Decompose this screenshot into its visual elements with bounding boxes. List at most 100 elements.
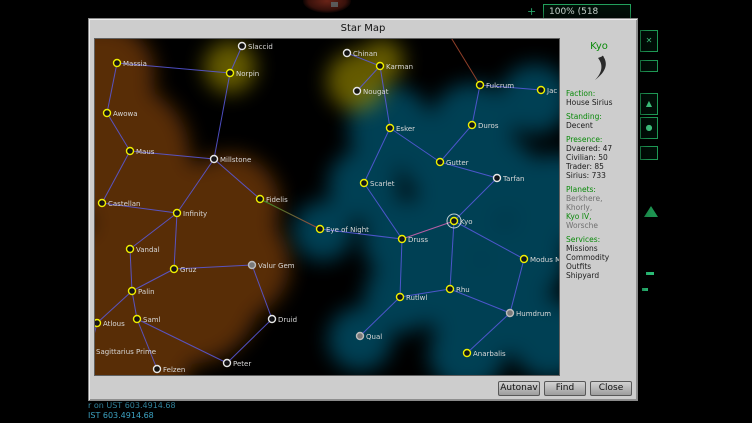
system-node[interactable] xyxy=(469,122,476,129)
system-node[interactable] xyxy=(211,156,218,163)
system-node[interactable] xyxy=(127,148,134,155)
system-saml[interactable]: Saml xyxy=(134,316,161,325)
autonav-button[interactable]: Autonav xyxy=(498,381,540,396)
system-maus[interactable]: Maus xyxy=(127,148,155,157)
system-node[interactable] xyxy=(451,218,458,225)
system-node[interactable] xyxy=(317,226,324,233)
system-node[interactable] xyxy=(171,266,178,273)
system-vandal[interactable]: Vandal xyxy=(127,246,160,255)
system-node[interactable] xyxy=(507,310,514,317)
system-druid[interactable]: Druid xyxy=(269,316,298,325)
star-map-window: Star Map SlaccidMassiaNorpinChinanKarman… xyxy=(88,18,638,401)
system-fidelis[interactable]: Fidelis xyxy=(257,196,289,205)
hud-button-4[interactable]: ● xyxy=(640,117,658,139)
system-node[interactable] xyxy=(387,125,394,132)
system-slaccid[interactable]: Slaccid xyxy=(239,43,273,52)
hyperlane xyxy=(447,39,480,85)
system-node[interactable] xyxy=(95,320,101,327)
system-node[interactable] xyxy=(399,236,406,243)
system-label: Gutter xyxy=(446,159,469,167)
system-peter[interactable]: Peter xyxy=(224,360,252,369)
system-node[interactable] xyxy=(249,262,256,269)
system-felzen[interactable]: Felzen xyxy=(154,366,186,375)
hud-button-5[interactable] xyxy=(640,146,658,160)
system-node[interactable] xyxy=(114,60,121,67)
system-node[interactable] xyxy=(437,159,444,166)
hud-button-3[interactable]: ▲ xyxy=(640,93,658,115)
system-norpin[interactable]: Norpin xyxy=(227,70,260,79)
standing-label: Standing: xyxy=(566,112,632,121)
hud-button-2[interactable] xyxy=(640,60,658,72)
system-infinity[interactable]: Infinity xyxy=(174,210,208,219)
system-label: Chinan xyxy=(353,50,377,58)
system-node[interactable] xyxy=(129,288,136,295)
system-nougat[interactable]: Nougat xyxy=(354,88,389,97)
system-label: Millstone xyxy=(220,156,251,164)
system-massia[interactable]: Massia xyxy=(114,60,147,69)
system-chinan[interactable]: Chinan xyxy=(344,50,378,59)
system-node[interactable] xyxy=(239,43,246,50)
system-duros[interactable]: Duros xyxy=(469,122,499,131)
system-node[interactable] xyxy=(477,82,484,89)
system-qual[interactable]: Qual xyxy=(357,333,383,342)
system-node[interactable] xyxy=(357,333,364,340)
system-node[interactable] xyxy=(464,350,471,357)
system-awowa[interactable]: Awowa xyxy=(104,110,138,119)
system-rutlwl[interactable]: Rutlwl xyxy=(397,294,428,303)
system-node[interactable] xyxy=(174,210,181,217)
window-title: Star Map xyxy=(89,23,637,34)
system-node[interactable] xyxy=(269,316,276,323)
system-node[interactable] xyxy=(344,50,351,57)
system-node[interactable] xyxy=(134,316,141,323)
system-label: Massia xyxy=(123,60,147,68)
system-label: Awowa xyxy=(113,110,138,118)
system-sagittarius-prime[interactable]: Sagittarius Prime xyxy=(95,348,156,357)
service-item: Missions xyxy=(566,244,632,253)
system-jac[interactable]: Jac xyxy=(538,87,558,96)
services-label: Services: xyxy=(566,235,632,244)
system-node[interactable] xyxy=(224,360,231,367)
system-node[interactable] xyxy=(521,256,528,263)
find-button[interactable]: Find xyxy=(544,381,586,396)
system-rhu[interactable]: Rhu xyxy=(447,286,470,295)
system-node[interactable] xyxy=(104,110,111,117)
radar-marker-icon xyxy=(644,206,658,217)
system-palin[interactable]: Palin xyxy=(129,288,155,297)
system-node[interactable] xyxy=(447,286,454,293)
system-node[interactable] xyxy=(538,87,545,94)
presence-item: Civilian: 50 xyxy=(566,153,632,162)
system-label: Norpin xyxy=(236,70,259,78)
system-label: Druid xyxy=(278,316,297,324)
system-label: Jac xyxy=(546,87,557,95)
system-node[interactable] xyxy=(99,200,106,207)
system-esker[interactable]: Esker xyxy=(387,125,416,134)
hud-button-1[interactable]: ✕ xyxy=(640,30,658,52)
faction-label: Faction: xyxy=(566,89,632,98)
system-node[interactable] xyxy=(397,294,404,301)
system-node[interactable] xyxy=(257,196,264,203)
system-gutter[interactable]: Gutter xyxy=(437,159,469,168)
system-node[interactable] xyxy=(361,180,368,187)
player-ship-sprite xyxy=(303,0,351,13)
hud-tick-2 xyxy=(642,288,648,291)
system-tarfan[interactable]: Tarfan xyxy=(494,175,525,184)
nebula-cyan xyxy=(293,64,559,375)
system-node[interactable] xyxy=(377,63,384,70)
system-node[interactable] xyxy=(494,175,501,182)
presence-list: Dvaered: 47Civilian: 50Trader: 85Sirius:… xyxy=(566,144,632,180)
system-node[interactable] xyxy=(354,88,361,95)
system-label: Druss xyxy=(408,236,428,244)
game-clock: r on UST 603.4914.68 IST 603.4914.68 xyxy=(88,401,176,421)
system-gruz[interactable]: Gruz xyxy=(171,266,197,275)
system-label: Duros xyxy=(478,122,499,130)
service-item: Outfits xyxy=(566,262,632,271)
system-druss[interactable]: Druss xyxy=(399,236,429,245)
star-map-canvas[interactable]: SlaccidMassiaNorpinChinanKarmanNougatFul… xyxy=(95,39,559,375)
close-button[interactable]: Close xyxy=(590,381,632,396)
system-node[interactable] xyxy=(154,366,161,373)
system-node[interactable] xyxy=(227,70,234,77)
map-viewport[interactable]: SlaccidMassiaNorpinChinanKarmanNougatFul… xyxy=(94,38,560,376)
system-scarlet[interactable]: Scarlet xyxy=(361,180,395,189)
presence-item: Trader: 85 xyxy=(566,162,632,171)
system-node[interactable] xyxy=(127,246,134,253)
